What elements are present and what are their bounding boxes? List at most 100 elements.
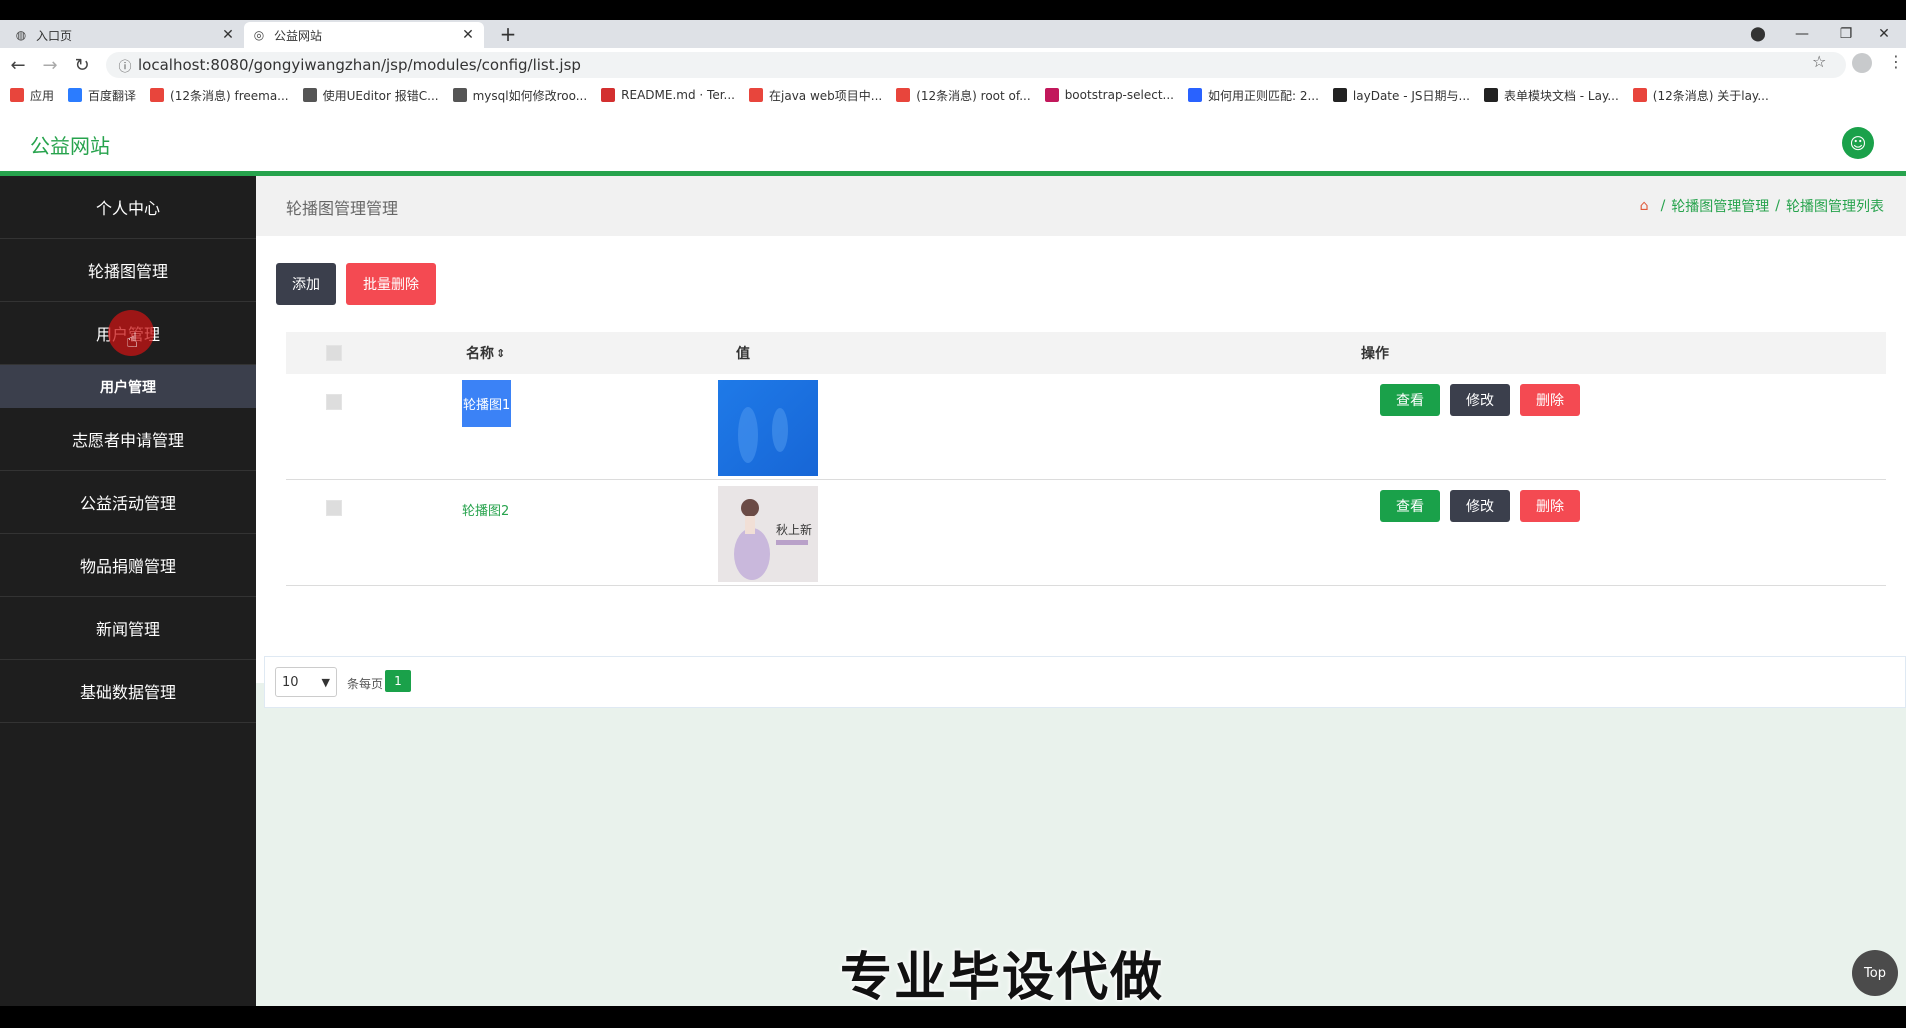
bookmark-icon — [1044, 88, 1059, 102]
checkbox-box — [326, 394, 342, 410]
table-row: 轮播图1 查看 修改 删除 — [286, 374, 1886, 480]
globe-icon: ◍ — [15, 28, 27, 42]
row-checkbox[interactable] — [326, 500, 342, 516]
tab-title: 入口页 — [36, 28, 73, 43]
page-size-select[interactable]: 10 ▼ — [275, 667, 337, 697]
column-name[interactable]: 名称 ⇕ — [466, 332, 505, 374]
bookmark-item[interactable]: 在java web项目中... — [749, 87, 882, 104]
bookmark-icon — [896, 88, 911, 102]
bookmark-item[interactable]: 百度翻译 — [68, 87, 136, 104]
bookmark-icon — [1332, 88, 1347, 102]
bookmark-item[interactable]: README.md · Ter... — [601, 88, 735, 102]
page-number-button[interactable]: 1 — [385, 670, 411, 692]
bookmark-label: (12条消息) 关于lay... — [1652, 88, 1769, 103]
breadcrumb-item[interactable]: 轮播图管理管理 — [1671, 196, 1769, 216]
home-icon[interactable]: ⌂ — [1640, 198, 1649, 214]
row-name-link[interactable]: 轮播图2 — [462, 500, 509, 519]
tab-search-icon[interactable]: ⬤ — [1736, 20, 1780, 48]
thumbnail-caption: 秋上新 — [776, 522, 812, 537]
edit-button[interactable]: 修改 — [1450, 384, 1510, 416]
sidebar-item-personal-center[interactable]: 个人中心 — [0, 176, 256, 239]
back-icon[interactable]: ← — [6, 54, 30, 76]
bookmark-item[interactable]: 如何用正则匹配: 2... — [1187, 87, 1319, 104]
checkbox-box — [326, 345, 342, 361]
top-band — [0, 0, 1906, 20]
url-input[interactable]: ⓘ localhost:8080/gongyiwangzhan/jsp/modu… — [106, 52, 1846, 78]
row-name-link[interactable]: 轮播图1 — [462, 380, 512, 427]
row-thumbnail[interactable] — [718, 380, 818, 476]
sidebar-item-volunteer[interactable]: 志愿者申请管理 — [0, 408, 256, 471]
new-tab-button[interactable]: + — [494, 20, 522, 48]
bookmark-icon — [1187, 88, 1202, 102]
url-text: localhost:8080/gongyiwangzhan/jsp/module… — [138, 56, 581, 74]
close-window-button[interactable]: ✕ — [1862, 20, 1906, 48]
bookmark-item[interactable]: layDate - JS日期与... — [1332, 87, 1470, 104]
breadcrumb: ⌂ / 轮播图管理管理 / 轮播图管理列表 — [1640, 196, 1884, 216]
bookmark-icon — [68, 88, 83, 102]
avatar[interactable]: ☺ — [1842, 127, 1874, 159]
bookmark-icon — [601, 88, 616, 102]
hand-cursor-icon: ☝ — [126, 328, 139, 352]
bookmark-item[interactable]: 应用 — [10, 87, 54, 104]
menu-icon[interactable]: ⋮ — [1888, 52, 1904, 71]
star-icon[interactable]: ☆ — [1812, 52, 1826, 71]
back-to-top-button[interactable]: Top — [1852, 950, 1898, 996]
view-button[interactable]: 查看 — [1380, 490, 1440, 522]
sidebar-item-activities[interactable]: 公益活动管理 — [0, 471, 256, 534]
close-icon[interactable]: ✕ — [460, 27, 476, 43]
checkbox-box — [326, 500, 342, 516]
close-icon[interactable]: ✕ — [220, 27, 236, 43]
sidebar-item-label: 新闻管理 — [95, 620, 160, 639]
table-row: 轮播图2 秋上新 查看 修改 删除 — [286, 480, 1886, 586]
bookmark-icon — [1632, 88, 1647, 102]
title-bar: 轮播图管理管理 ⌂ / 轮播图管理管理 / 轮播图管理列表 — [256, 176, 1906, 236]
site-logo[interactable]: 公益网站 — [30, 130, 110, 159]
bookmark-label: 使用UEditor 报错C... — [322, 88, 439, 103]
column-ops-label: 操作 — [1361, 346, 1389, 362]
reload-icon[interactable]: ↻ — [70, 54, 94, 76]
bookmark-item[interactable]: 使用UEditor 报错C... — [302, 87, 439, 104]
add-button[interactable]: 添加 — [276, 263, 336, 305]
bookmark-label: 表单模块文档 - Lay... — [1503, 88, 1619, 103]
breadcrumb-separator: / — [1775, 198, 1780, 214]
bookmark-item[interactable]: mysql如何修改roo... — [452, 87, 587, 104]
sidebar-item-label: 轮播图管理 — [87, 262, 168, 281]
bookmark-label: (12条消息) root of... — [916, 88, 1031, 103]
column-value: 值 — [736, 332, 750, 374]
sort-icon[interactable]: ⇕ — [496, 347, 505, 360]
table-header: 名称 ⇕ 值 操作 — [286, 332, 1886, 374]
bookmark-item[interactable]: (12条消息) 关于lay... — [1632, 87, 1769, 104]
batch-delete-button[interactable]: 批量删除 — [346, 263, 436, 305]
sidebar-item-label: 个人中心 — [95, 199, 160, 218]
sidebar-item-news[interactable]: 新闻管理 — [0, 597, 256, 660]
pagination: 10 ▼ 条每页 1 — [264, 656, 1906, 708]
bookmark-label: README.md · Ter... — [621, 88, 735, 102]
bookmark-icon — [302, 88, 317, 102]
bookmark-icon — [749, 88, 763, 102]
delete-button[interactable]: 删除 — [1520, 384, 1580, 416]
sidebar-item-basic-data[interactable]: 基础数据管理 — [0, 660, 256, 723]
info-icon: ⓘ — [118, 59, 132, 75]
select-all-checkbox[interactable] — [326, 345, 342, 361]
sidebar-subitem-users[interactable]: 用户管理 — [0, 365, 256, 408]
page-size-value: 10 — [282, 674, 299, 690]
bookmark-item[interactable]: (12条消息) root of... — [896, 87, 1031, 104]
row-thumbnail[interactable]: 秋上新 — [718, 486, 818, 582]
minimize-button[interactable]: — — [1780, 20, 1824, 48]
delete-button[interactable]: 删除 — [1520, 490, 1580, 522]
profile-icon[interactable] — [1852, 53, 1872, 73]
view-button[interactable]: 查看 — [1380, 384, 1440, 416]
tab-entry[interactable]: ◍ 入口页 ✕ — [6, 22, 244, 48]
sidebar-item-carousel[interactable]: 轮播图管理 — [0, 239, 256, 302]
breadcrumb-item[interactable]: 轮播图管理列表 — [1786, 196, 1884, 216]
sidebar-item-donations[interactable]: 物品捐赠管理 — [0, 534, 256, 597]
bookmark-item[interactable]: bootstrap-select... — [1044, 88, 1174, 102]
row-checkbox[interactable] — [326, 394, 342, 410]
forward-icon[interactable]: → — [38, 54, 62, 76]
main-area: 轮播图管理管理 ⌂ / 轮播图管理管理 / 轮播图管理列表 添加 批量删除 名称… — [256, 176, 1906, 1006]
bookmark-item[interactable]: 表单模块文档 - Lay... — [1483, 87, 1619, 104]
bookmark-item[interactable]: (12条消息) freema... — [150, 87, 289, 104]
edit-button[interactable]: 修改 — [1450, 490, 1510, 522]
tab-gongyi[interactable]: ◎ 公益网站 ✕ — [244, 22, 484, 48]
bookmark-label: 百度翻译 — [88, 88, 137, 103]
